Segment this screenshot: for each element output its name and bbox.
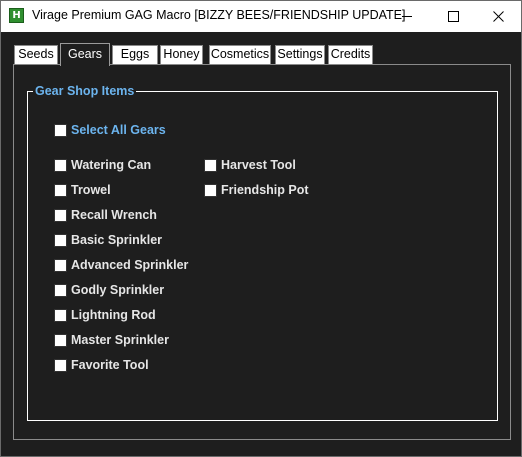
checkbox-label: Watering Can (71, 158, 152, 172)
app-icon: H (9, 8, 24, 23)
checkbox-label: Godly Sprinkler (71, 283, 165, 297)
tab-gears[interactable]: Gears (60, 43, 110, 66)
checkbox-label: Trowel (71, 183, 111, 197)
checkbox-box[interactable] (204, 184, 217, 197)
checkbox-label: Recall Wrench (71, 208, 157, 222)
checkbox-label: Friendship Pot (221, 183, 309, 197)
checkbox-label: Master Sprinkler (71, 333, 169, 347)
close-icon (493, 11, 504, 22)
checkbox-box[interactable] (54, 334, 67, 347)
checkbox-box[interactable] (204, 159, 217, 172)
checkbox-box[interactable] (54, 184, 67, 197)
tab-settings[interactable]: Settings (275, 45, 325, 64)
tab-eggs[interactable]: Eggs (112, 45, 158, 64)
app-window: H Virage Premium GAG Macro [BIZZY BEES/F… (0, 0, 522, 457)
checkbox-box[interactable] (54, 159, 67, 172)
minimize-button[interactable] (384, 1, 430, 32)
checkbox-box[interactable] (54, 309, 67, 322)
checkbox-box[interactable] (54, 259, 67, 272)
gear-shop-groupbox: Gear Shop Items Select All Gears Waterin… (27, 84, 498, 421)
group-label: Gear Shop Items (33, 84, 137, 98)
gears-tab-panel: Gear Shop Items Select All Gears Waterin… (13, 64, 511, 440)
checkbox-label: Basic Sprinkler (71, 233, 163, 247)
checkbox-label: Lightning Rod (71, 308, 156, 322)
tab-cosmetics[interactable]: Cosmetics (209, 45, 271, 64)
checkbox-label: Favorite Tool (71, 358, 149, 372)
window-title: Virage Premium GAG Macro [BIZZY BEES/FRI… (32, 8, 406, 22)
checkbox-label: Advanced Sprinkler (71, 258, 189, 272)
checkbox-box[interactable] (54, 124, 67, 137)
checkbox-box[interactable] (54, 284, 67, 297)
checkbox-box[interactable] (54, 234, 67, 247)
checkbox-label: Harvest Tool (221, 158, 296, 172)
maximize-button[interactable] (430, 1, 476, 32)
checkbox-box[interactable] (54, 209, 67, 222)
checkbox-label: Select All Gears (71, 123, 166, 137)
close-button[interactable] (476, 1, 522, 32)
tab-seeds[interactable]: Seeds (14, 45, 58, 64)
tab-credits[interactable]: Credits (328, 45, 373, 64)
title-bar[interactable]: H Virage Premium GAG Macro [BIZZY BEES/F… (1, 1, 521, 32)
checkbox-box[interactable] (54, 359, 67, 372)
tab-honey[interactable]: Honey (160, 45, 203, 64)
